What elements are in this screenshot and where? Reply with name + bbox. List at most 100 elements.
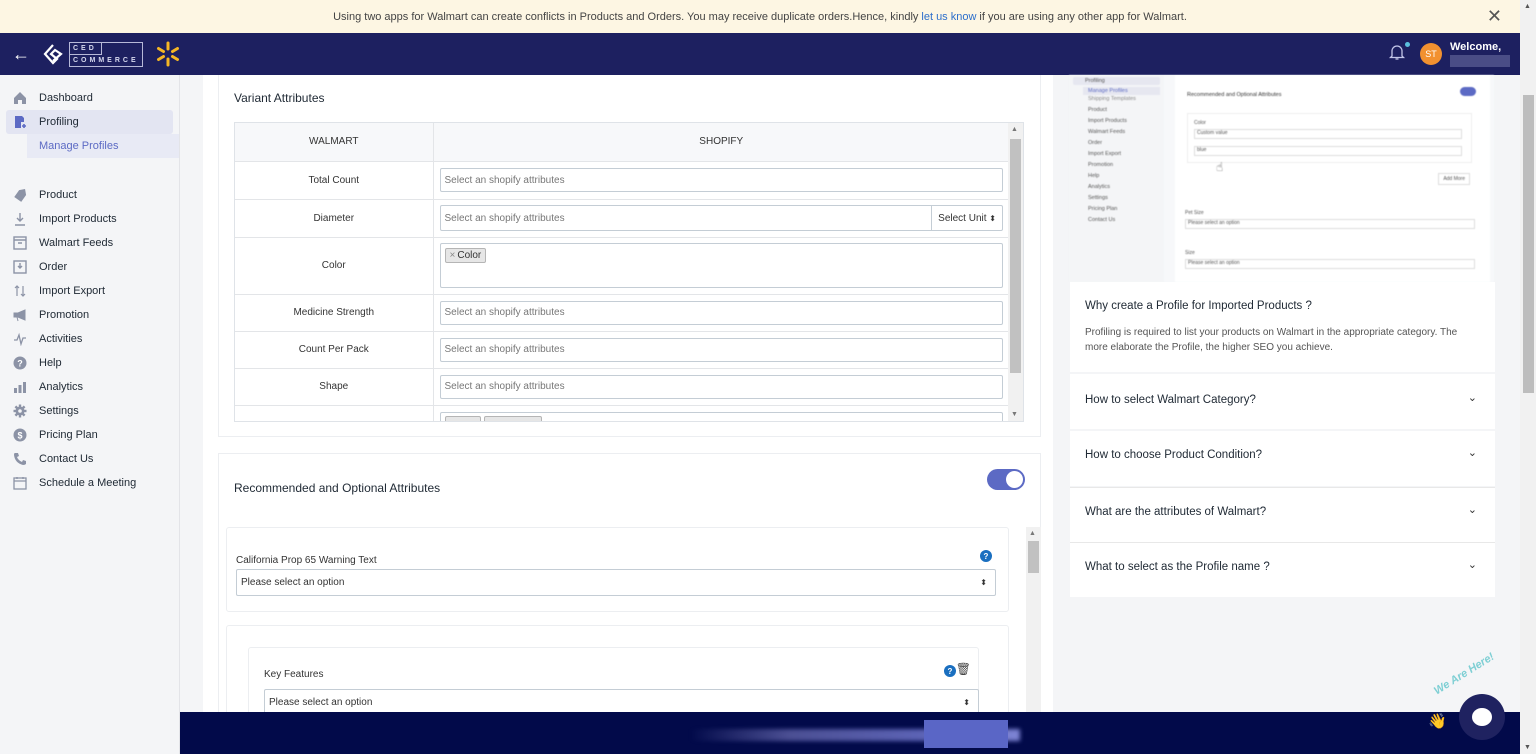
scroll-up-icon[interactable]: ▲ — [1011, 126, 1018, 133]
shopify-attribute-multiselect[interactable]: × Color — [439, 243, 1003, 288]
select-value: Please select an option — [241, 577, 345, 588]
welcome-text: Welcome, — [1450, 41, 1502, 53]
sidebar-item-profiling[interactable]: Profiling — [6, 110, 173, 134]
activity-icon — [12, 332, 27, 347]
chat-bubble-icon — [1472, 708, 1492, 726]
scrollbar-thumb[interactable] — [1028, 541, 1039, 573]
walmart-attribute: Total Count — [235, 161, 434, 200]
arrow-left-icon[interactable]: ← — [12, 44, 34, 65]
table-row: Diameter Select an shopify attributes Sel… — [235, 199, 1010, 238]
preview-toggle — [1460, 87, 1476, 96]
preview-nav-item: Manage Profiles — [1083, 87, 1160, 95]
waving-hand-icon: 👋 — [1428, 713, 1447, 730]
cedcommerce-logo[interactable]: CED COMMERCE — [42, 41, 143, 67]
sidebar-item-import-export[interactable]: Import Export — [6, 279, 173, 303]
warning-banner: Using two apps for Walmart can create co… — [0, 0, 1520, 33]
scroll-down-icon[interactable]: ▼ — [1011, 411, 1018, 418]
field-card-key-features: Key Features ? 🗑 Please select an option… — [248, 647, 979, 717]
tutorial-preview-image[interactable]: Profiling Manage Profiles Shipping Templ… — [1069, 75, 1494, 282]
walmart-attribute-cut — [235, 405, 434, 421]
scroll-down-icon[interactable]: ▼ — [1524, 744, 1531, 751]
sidebar-item-settings[interactable]: Settings — [6, 399, 173, 423]
page-scrollbar[interactable]: ▲ ▼ — [1520, 0, 1536, 754]
sidebar: Dashboard Profiling Manage Profiles Prod… — [0, 75, 180, 754]
shopify-attribute-select[interactable]: Select an shopify attributes Select Unit … — [439, 205, 1003, 231]
sidebar-item-import-products[interactable]: Import Products — [6, 207, 173, 231]
logo-text-bottom: COMMERCE — [73, 56, 139, 64]
preview-nav-item: Settings — [1088, 195, 1108, 201]
field-card-prop65: California Prop 65 Warning Text ? Please… — [226, 527, 1009, 612]
prop65-select[interactable]: Please select an option ⬍ — [236, 569, 996, 596]
preview-nav-item: Profiling — [1073, 77, 1160, 85]
preview-nav-item: Import Export — [1088, 151, 1122, 157]
preview-section-title: Recommended and Optional Attributes — [1187, 92, 1282, 98]
gear-icon — [12, 404, 27, 419]
shopify-attribute-select[interactable]: Select an shopify attributes — [439, 337, 1003, 362]
selected-tag — [444, 415, 481, 421]
faq-item[interactable]: How to select Walmart Category? ⌄ — [1070, 374, 1495, 429]
recommended-attributes-toggle[interactable] — [987, 469, 1025, 490]
table-row: Color × Color — [235, 237, 1010, 295]
preview-select: Please select an option — [1185, 219, 1475, 229]
table-scrollbar[interactable]: ▲ ▼ — [1008, 123, 1023, 421]
sidebar-item-help[interactable]: ? Help — [6, 351, 173, 375]
preview-color-label: Color — [1194, 120, 1206, 126]
shopify-attribute-multiselect[interactable] — [439, 411, 1003, 421]
recommended-scrollbar[interactable]: ▲ — [1026, 527, 1041, 724]
sidebar-item-activities[interactable]: Activities — [6, 327, 173, 351]
welcome-block[interactable]: Welcome, — [1450, 41, 1510, 67]
chevron-down-icon: ⌄ — [1467, 447, 1477, 459]
faq-item[interactable]: How to choose Product Condition? ⌄ — [1070, 431, 1495, 486]
sidebar-item-product[interactable]: Product — [6, 183, 173, 207]
let-us-know-link[interactable]: let us know — [921, 11, 976, 23]
scrollbar-thumb[interactable] — [1010, 139, 1021, 373]
avatar[interactable]: ST — [1420, 43, 1442, 65]
walmart-attribute: Color — [235, 237, 434, 295]
preview-nav-item: Contact Us — [1088, 217, 1116, 223]
logo-text-top: CED — [70, 42, 102, 55]
sidebar-item-schedule-meeting[interactable]: Schedule a Meeting — [6, 471, 173, 495]
chevron-down-icon: ⌄ — [1467, 559, 1477, 571]
sidebar-subitem-manage-profiles[interactable]: Manage Profiles — [27, 134, 179, 158]
preview-pet-size-label: Pet Size — [1185, 210, 1204, 216]
sidebar-item-pricing-plan[interactable]: $ Pricing Plan — [6, 423, 173, 447]
sidebar-item-label: Activities — [39, 333, 83, 345]
page-scrollbar-thumb[interactable] — [1523, 95, 1534, 393]
preview-nav-item: Pricing Plan — [1088, 206, 1118, 212]
select-unit-dropdown[interactable]: Select Unit ⬍ — [931, 206, 1002, 230]
sidebar-item-analytics[interactable]: Analytics — [6, 375, 173, 399]
close-icon[interactable]: ✕ — [1487, 7, 1502, 25]
remove-tag-icon[interactable]: × — [450, 250, 456, 261]
preview-nav-item: Order — [1088, 140, 1103, 146]
sidebar-item-promotion[interactable]: Promotion — [6, 303, 173, 327]
sidebar-item-label: Promotion — [39, 309, 90, 321]
trash-icon[interactable]: 🗑 — [956, 662, 971, 676]
sidebar-item-label: Order — [39, 261, 68, 273]
notification-bell-icon[interactable] — [1388, 41, 1410, 66]
sort-caret-icon: ⬍ — [989, 213, 996, 223]
chat-button[interactable] — [1459, 694, 1505, 740]
table-row: Total Count Select an shopify attributes — [235, 161, 1010, 200]
scroll-up-icon[interactable]: ▲ — [1029, 530, 1036, 537]
footer-action-button[interactable] — [924, 720, 1008, 748]
recommended-fields-scroll: California Prop 65 Warning Text ? Please… — [226, 527, 1034, 717]
help-icon[interactable]: ? — [944, 665, 956, 677]
faq-item[interactable]: What to select as the Profile name ? ⌄ — [1070, 542, 1495, 597]
username-redacted — [1450, 55, 1510, 67]
select-value: Please select an option — [269, 697, 373, 708]
help-icon[interactable]: ? — [980, 550, 992, 562]
recommended-attributes-title: Recommended and Optional Attributes — [234, 481, 441, 495]
shopify-attribute-select[interactable]: Select an shopify attributes — [439, 374, 1003, 399]
sidebar-item-walmart-feeds[interactable]: Walmart Feeds — [6, 231, 173, 255]
scroll-up-icon[interactable]: ▲ — [1524, 3, 1531, 10]
faq-intro: Why create a Profile for Imported Produc… — [1070, 282, 1495, 372]
shopify-attribute-select[interactable]: Select an shopify attributes — [439, 300, 1003, 325]
sidebar-item-dashboard[interactable]: Dashboard — [6, 86, 173, 110]
faq-item[interactable]: What are the attributes of Walmart? ⌄ — [1070, 487, 1495, 542]
sidebar-item-order[interactable]: Order — [6, 255, 173, 279]
banner-text: Using two apps for Walmart can create co… — [333, 10, 919, 23]
sidebar-item-contact-us[interactable]: Contact Us — [6, 447, 173, 471]
toggle-knob — [1006, 471, 1023, 488]
shopify-attribute-select[interactable]: Select an shopify attributes — [439, 168, 1003, 192]
sidebar-item-label: Help — [39, 357, 62, 369]
